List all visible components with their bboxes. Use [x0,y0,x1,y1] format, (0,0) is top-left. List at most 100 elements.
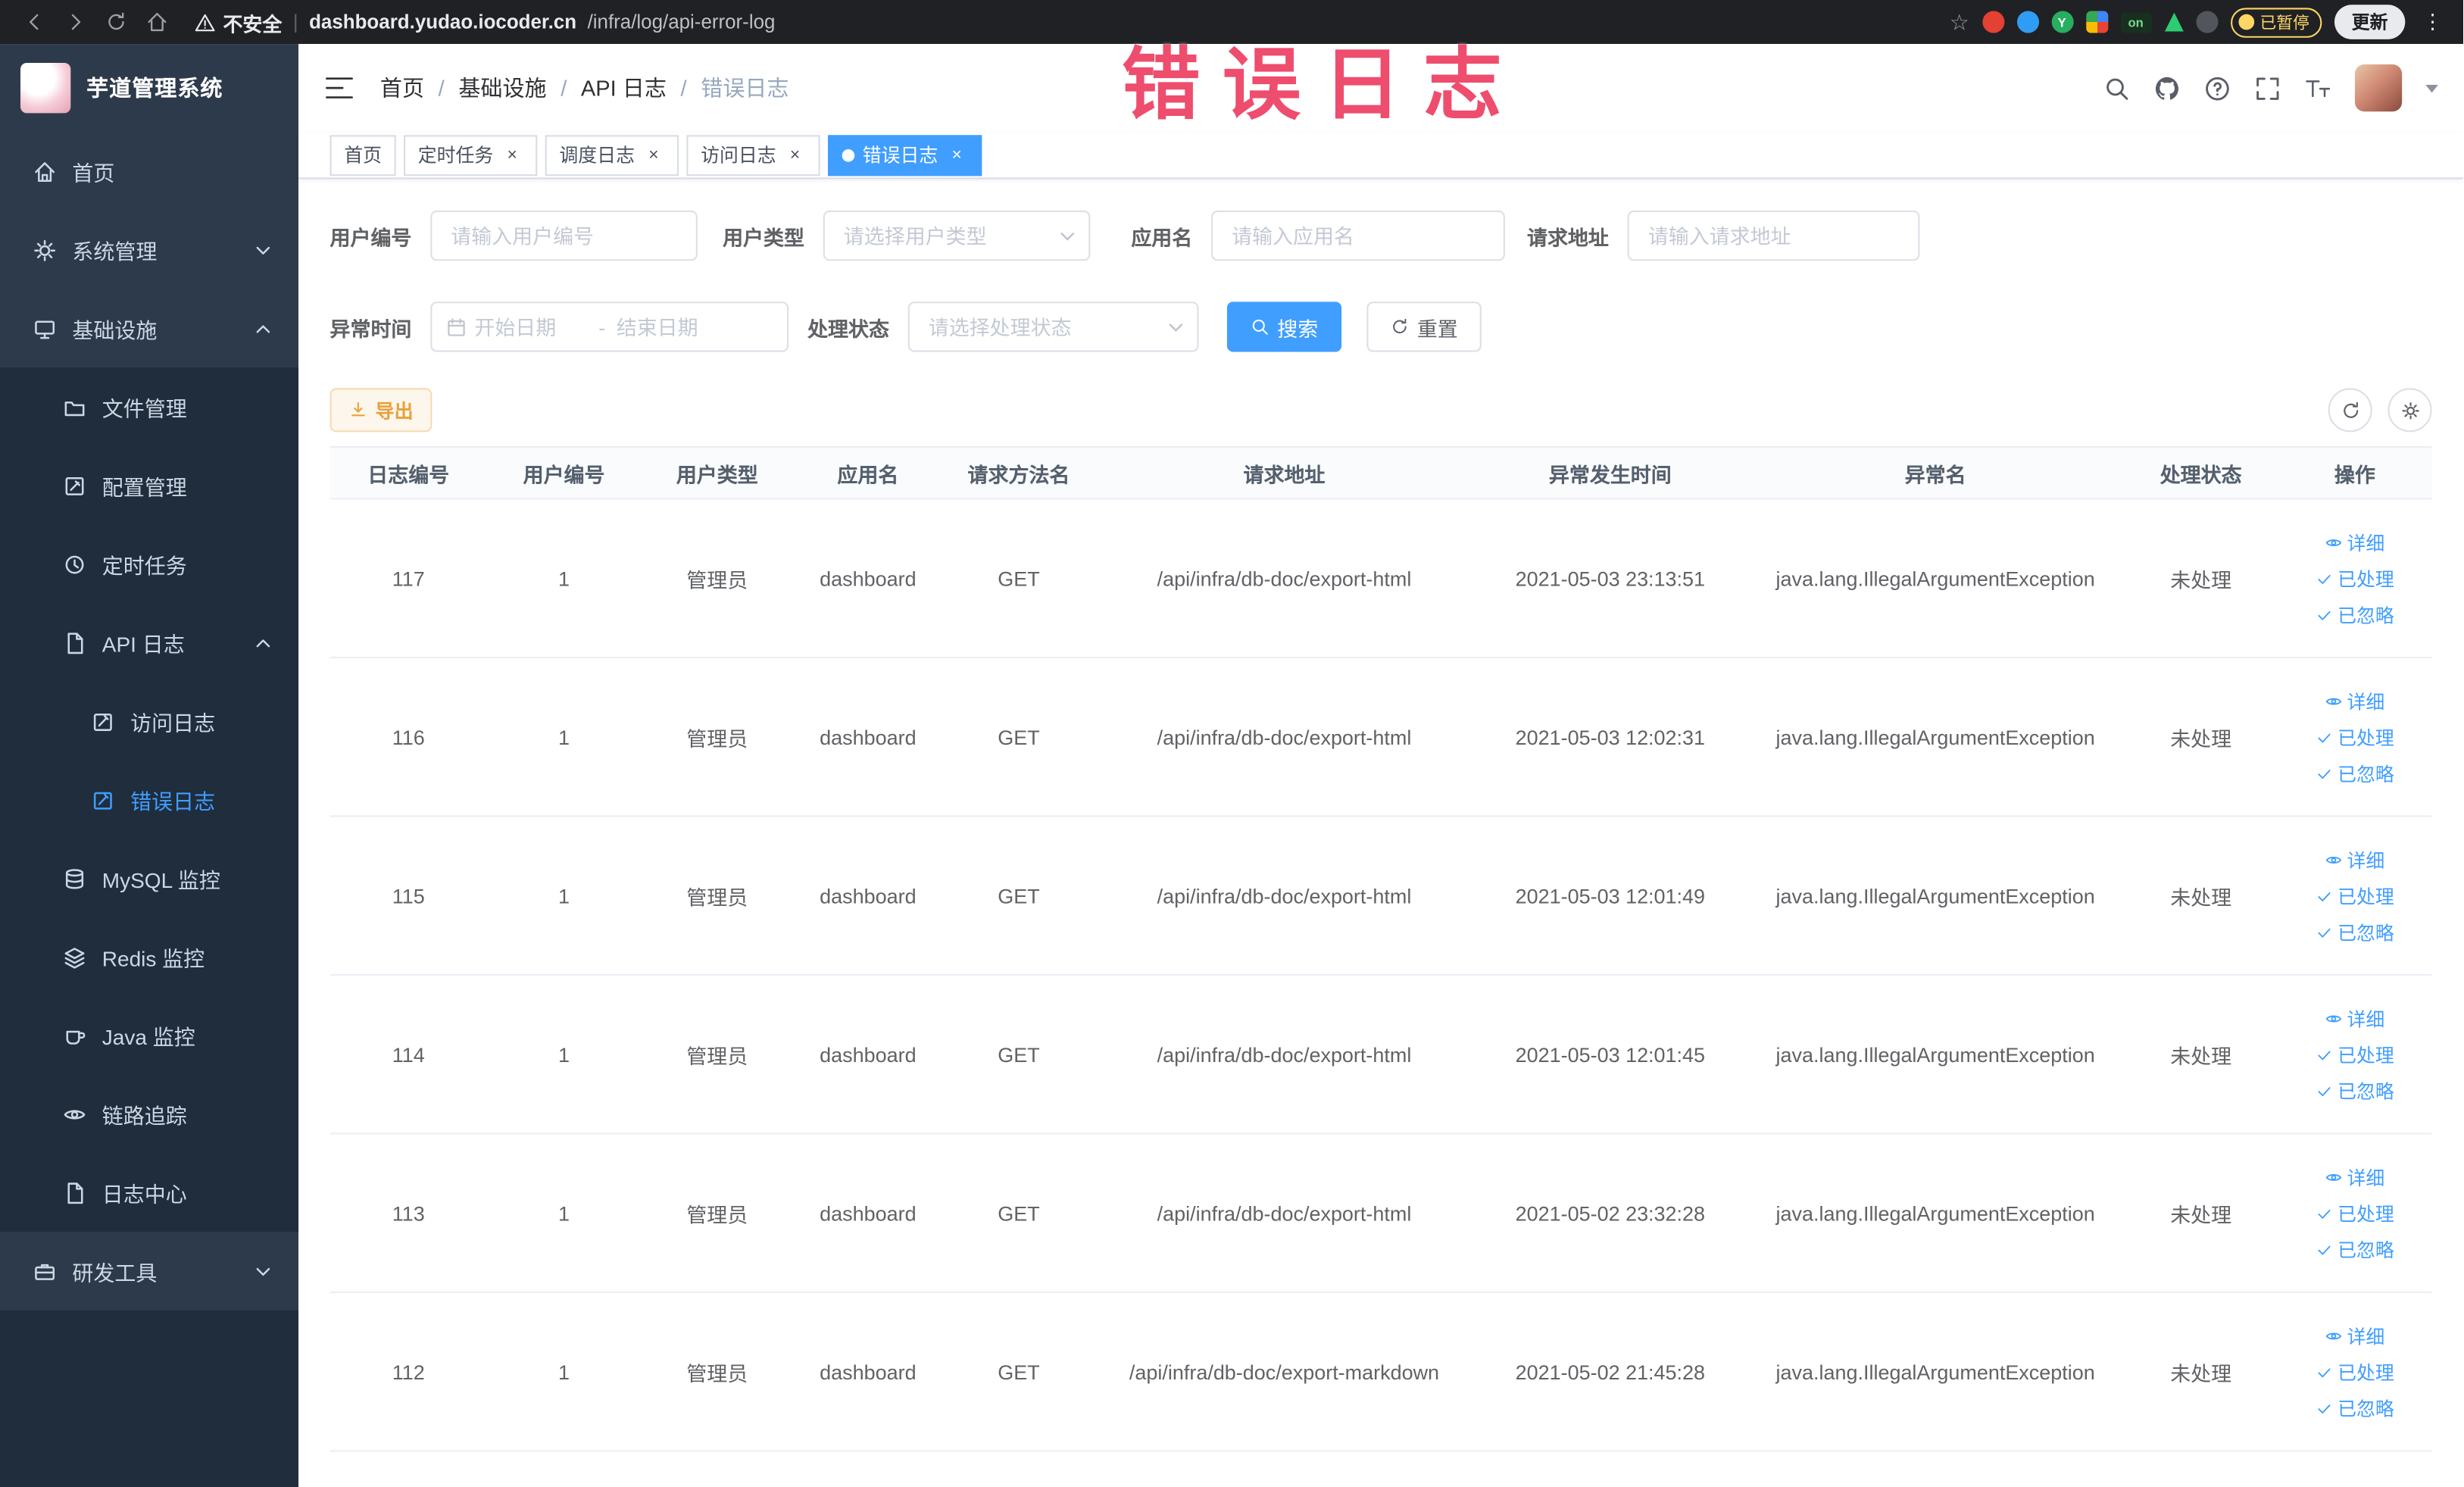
mark-ignored-link[interactable]: 已忽略 [2316,918,2394,945]
process-status-select[interactable] [907,301,1199,352]
edit-square-icon [93,791,112,809]
detail-link[interactable]: 详细 [2325,1164,2384,1190]
sidebar-item-mysql-monitor[interactable]: MySQL 监控 [0,839,299,918]
end-date-input[interactable] [616,314,730,339]
close-icon[interactable]: × [946,144,968,166]
mark-processed-link[interactable]: 已处理 [2316,565,2394,592]
cell-method: GET [998,566,1040,590]
mark-processed-link[interactable]: 已处理 [2316,1199,2394,1226]
extension-icon[interactable] [1982,11,2004,33]
url-domain: dashboard.yudao.iocoder.cn [309,11,577,33]
sidebar-item-home[interactable]: 首页 [0,132,298,211]
user-type-select[interactable] [823,210,1091,261]
tab-schedule-log[interactable]: 调度日志 × [545,134,679,176]
help-icon[interactable] [2204,75,2231,102]
sidebar-item-java-monitor[interactable]: Java 监控 [0,995,299,1075]
refresh-table-button[interactable] [2328,388,2372,433]
user-id-input[interactable] [430,210,698,261]
hamburger-icon[interactable] [323,72,354,103]
mark-ignored-link[interactable]: 已忽略 [2316,1236,2394,1262]
extension-icon[interactable] [2195,11,2218,33]
forward-icon[interactable] [57,5,95,39]
chevron-up-icon [256,324,270,333]
mark-ignored-link[interactable]: 已忽略 [2316,1077,2394,1104]
sidebar-item-file-mgmt[interactable]: 文件管理 [0,367,299,447]
extension-icon[interactable]: Y [2050,11,2073,33]
column-settings-button[interactable] [2387,388,2432,433]
date-range-separator: - [598,314,606,339]
tab-label: 错误日志 [862,144,938,167]
start-date-input[interactable] [474,314,588,339]
tab-access-log[interactable]: 访问日志 × [686,134,820,176]
tab-scheduled-tasks[interactable]: 定时任务 × [404,134,538,176]
mark-ignored-link[interactable]: 已忽略 [2316,1395,2394,1421]
sidebar-item-api-logs[interactable]: API 日志 [0,603,299,683]
reset-button[interactable]: 重置 [1366,301,1482,352]
header-user-id: 用户编号 [523,462,605,486]
update-button[interactable]: 更新 [2334,5,2406,39]
database-icon [65,868,84,889]
export-button[interactable]: 导出 [329,388,433,433]
avatar[interactable] [2354,64,2403,112]
reload-icon[interactable] [98,5,136,39]
close-icon[interactable]: × [642,144,664,166]
bookmark-icon[interactable]: ☆ [1950,11,1969,33]
extension-icon[interactable] [2085,11,2108,33]
cell-app-name: dashboard [820,566,917,590]
sidebar-item-dev-tools[interactable]: 研发工具 [0,1232,298,1310]
cell-user-id: 1 [558,1201,570,1225]
mark-processed-link[interactable]: 已处理 [2316,883,2394,909]
detail-link[interactable]: 详细 [2325,1004,2384,1031]
mark-processed-link[interactable]: 已处理 [2316,1041,2394,1067]
paused-badge[interactable]: 已暂停 [2230,7,2322,37]
detail-link[interactable]: 详细 [2325,529,2384,555]
header-user-type: 用户类型 [676,462,758,486]
cell-exception-name: java.lang.IllegalArgumentException [1775,1360,2095,1384]
sidebar-item-access-log[interactable]: 访问日志 [0,682,299,761]
mark-ignored-link[interactable]: 已忽略 [2316,601,2394,627]
sidebar-item-system[interactable]: 系统管理 [0,211,298,289]
sidebar-item-error-log[interactable]: 错误日志 [0,760,299,839]
screen: 不安全 | dashboard.yudao.iocoder.cn/infra/l… [0,0,2464,1487]
back-icon[interactable] [16,5,54,39]
breadcrumb-item[interactable]: 首页 [380,72,424,103]
fullscreen-icon[interactable] [2254,75,2281,102]
detail-link[interactable]: 详细 [2325,846,2384,873]
mark-ignored-link[interactable]: 已忽略 [2316,760,2394,786]
gear-icon [2401,401,2419,419]
tab-home[interactable]: 首页 [329,134,396,176]
search-icon[interactable] [2103,75,2130,102]
avatar-caret-icon[interactable] [2425,83,2438,92]
breadcrumb-separator: / [438,75,445,101]
address-bar[interactable]: 不安全 | dashboard.yudao.iocoder.cn/infra/l… [195,7,1946,36]
sidebar-item-scheduled-tasks[interactable]: 定时任务 [0,524,299,604]
mark-processed-link[interactable]: 已处理 [2316,1358,2394,1385]
breadcrumb-item[interactable]: 基础设施 [458,72,546,103]
extension-icon[interactable]: on [2119,11,2152,33]
close-icon[interactable]: × [784,144,806,166]
sidebar-item-redis-monitor[interactable]: Redis 监控 [0,917,299,996]
sidebar-item-tracing[interactable]: 链路追踪 [0,1074,299,1154]
font-size-icon[interactable] [2305,75,2331,102]
sidebar-item-log-center[interactable]: 日志中心 [0,1153,299,1232]
close-icon[interactable]: × [501,144,523,166]
detail-link[interactable]: 详细 [2325,687,2384,714]
home-nav-icon[interactable] [139,5,176,39]
tab-label: 访问日志 [701,144,776,167]
app-name-input[interactable] [1211,210,1505,261]
search-button[interactable]: 搜索 [1226,301,1342,352]
detail-link[interactable]: 详细 [2325,1322,2384,1348]
sidebar-item-infra[interactable]: 基础设施 [0,289,298,368]
extension-icon[interactable] [2163,12,2183,32]
browser-menu-icon[interactable]: ⋮ [2418,9,2447,34]
tab-error-log[interactable]: 错误日志 × [828,134,982,176]
not-secure-label[interactable]: 不安全 [195,7,282,36]
github-icon[interactable] [2153,75,2180,102]
extension-icon[interactable] [2016,11,2039,33]
breadcrumb-item[interactable]: API 日志 [581,72,667,103]
request-url-input[interactable] [1627,210,1920,261]
exception-time-range-picker[interactable]: - [430,301,789,352]
mark-processed-link[interactable]: 已处理 [2316,723,2394,750]
sidebar-item-config-mgmt[interactable]: 配置管理 [0,446,299,525]
header-exception-name: 异常名 [1904,462,1966,486]
